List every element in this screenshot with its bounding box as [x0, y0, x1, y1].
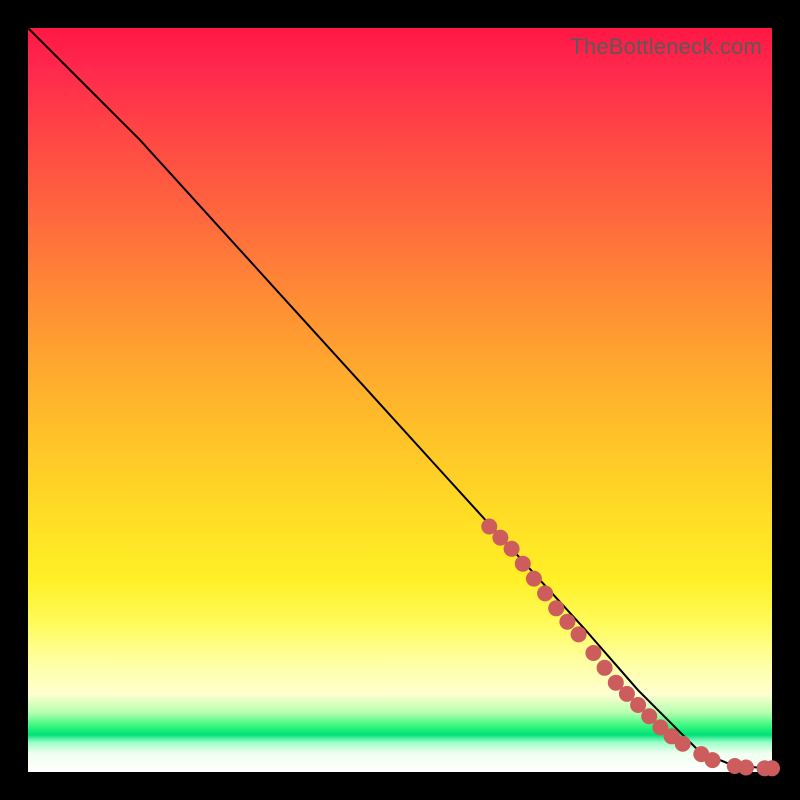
- curve-line: [28, 28, 772, 768]
- data-point: [504, 541, 520, 557]
- data-point: [571, 626, 587, 642]
- chart-svg: [28, 28, 772, 772]
- data-point: [526, 571, 542, 587]
- data-point: [537, 585, 553, 601]
- data-point: [675, 736, 691, 752]
- data-point: [738, 760, 754, 776]
- data-point: [597, 660, 613, 676]
- data-point: [705, 752, 721, 768]
- data-point: [515, 556, 531, 572]
- plot-area: TheBottleneck.com: [28, 28, 772, 772]
- chart-stage: TheBottleneck.com: [0, 0, 800, 800]
- scatter-dots: [481, 519, 780, 777]
- data-point: [764, 760, 780, 776]
- data-point: [559, 614, 575, 630]
- data-point: [585, 645, 601, 661]
- data-point: [548, 600, 564, 616]
